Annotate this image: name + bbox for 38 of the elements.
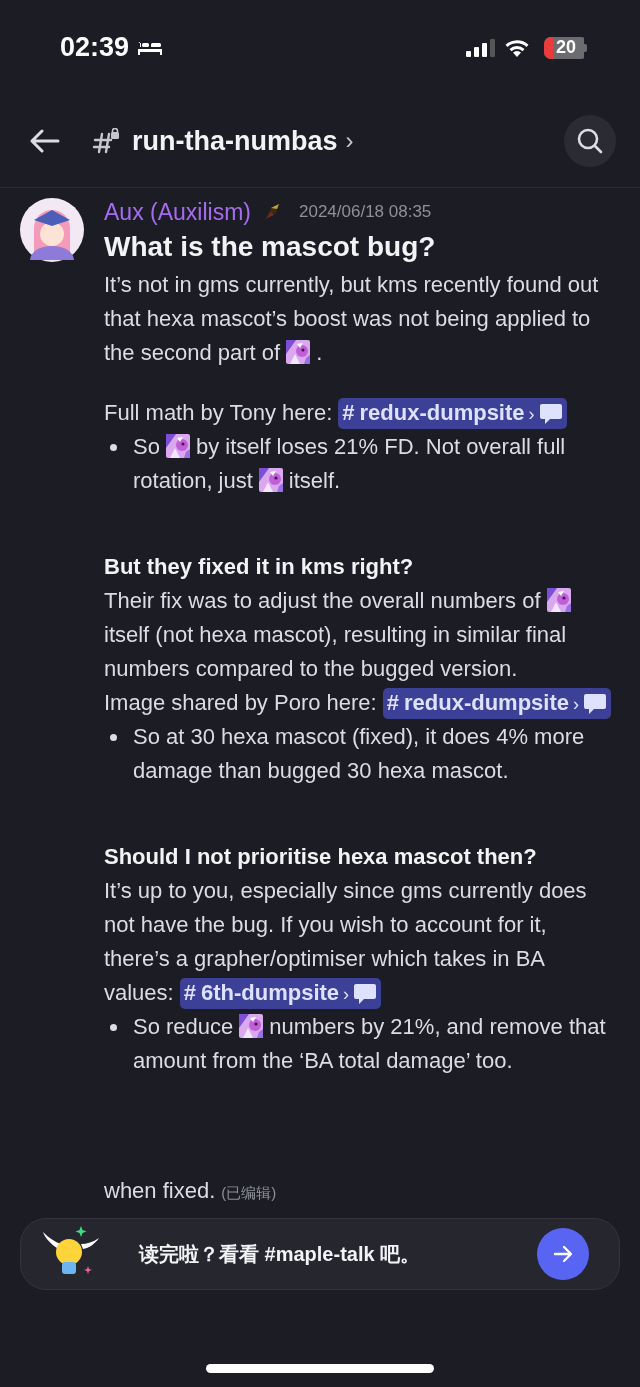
channel-title[interactable]: run-tha-numbas xyxy=(132,125,338,157)
message-text: It’s up to you, especially since gms currently does not have the bug. If you wish to account for it, there’s a grapher/optimiser which takes in BA values: # 6th-dumpsite › xyxy=(104,874,618,1010)
message-text: Full math by Tony here: # redux-dumpsite › xyxy=(104,396,618,430)
message-text: So reduce numbers by 21%, and remove that amount from the ‘BA total damage’ too. xyxy=(133,1013,607,1075)
channel-mention[interactable]: # redux-dumpsite › xyxy=(382,688,611,719)
message-text: So at 30 hexa mascot (fixed), it does 4% more damage than bugged 30 hexa mascot. xyxy=(133,723,586,785)
channel-mention[interactable]: # redux-dumpsite › xyxy=(338,398,567,429)
avatar[interactable] xyxy=(20,198,84,262)
edited-label: (已编辑) xyxy=(221,1184,277,1201)
search-icon xyxy=(576,127,604,155)
message-heading: Should I not prioritise hexa mascot then? xyxy=(104,843,538,871)
message-heading: But they fixed it in kms right? xyxy=(104,553,415,581)
message-text: Image shared by Poro here: # redux-dumpsite › xyxy=(104,686,618,720)
channel-mention[interactable]: # 6th-dumpsite › xyxy=(179,978,382,1009)
signal-icon xyxy=(466,38,496,57)
author-name[interactable]: Aux (Auxilism) xyxy=(104,198,251,226)
chat-bubble-icon xyxy=(353,983,378,1005)
message-text: when fixed. (已编辑) xyxy=(104,1177,278,1205)
go-button[interactable] xyxy=(537,1228,589,1280)
bullet-dot xyxy=(110,734,117,741)
battery-icon: 20 xyxy=(544,36,588,59)
back-arrow-icon[interactable] xyxy=(30,129,60,153)
chat-bubble-icon xyxy=(538,403,563,425)
message-text: It’s not in gms currently, but kms recently found out that hexa mascot’s boost was not being applied to the second part of . xyxy=(104,271,600,367)
message-text: So by itself loses 21% FD. Not overall full rotation, just itself. xyxy=(133,433,567,495)
banner-text: 读完啦？看看 #maple-talk 吧。 xyxy=(139,1241,421,1267)
bullet-dot xyxy=(110,444,117,451)
timestamp: 2024/06/18 08:35 xyxy=(298,202,432,222)
bullet-dot xyxy=(110,1024,117,1031)
hashtag-lock-icon xyxy=(92,128,120,154)
message-text: Their fix was to adjust the overall numbers of itself (not hexa mascot), resulting in similar final numbers compared to the bugged version. xyxy=(104,584,618,686)
chat-bubble-icon xyxy=(583,693,607,715)
wifi-icon xyxy=(504,38,530,57)
status-time: 02:39 xyxy=(60,32,130,63)
search-button[interactable] xyxy=(564,115,616,167)
suggestion-banner[interactable]: 读完啦？看看 #maple-talk 吧。 xyxy=(20,1218,620,1290)
chevron-icon: › xyxy=(345,127,354,155)
message-heading: What is the mascot bug? xyxy=(104,230,437,264)
